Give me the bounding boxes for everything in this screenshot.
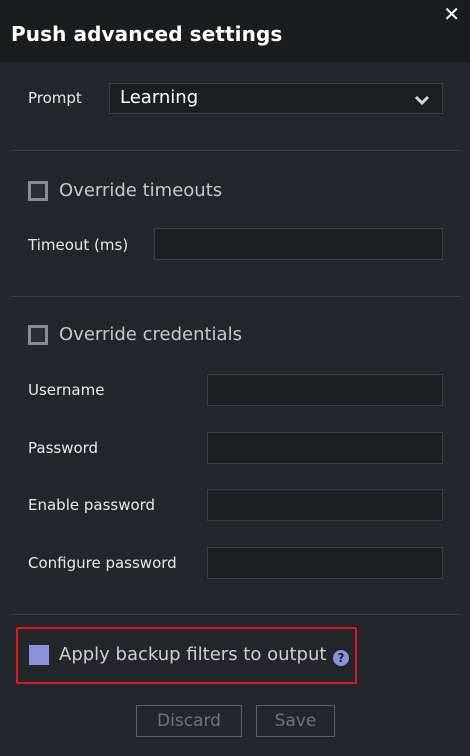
chevron-down-icon	[414, 91, 430, 110]
prompt-label: Prompt	[28, 89, 82, 107]
dialog-title: Push advanced settings	[11, 22, 283, 46]
save-button[interactable]: Save	[256, 705, 335, 737]
configure-password-label: Configure password	[28, 554, 177, 572]
override-timeouts-label: Override timeouts	[59, 180, 223, 201]
checkbox-box	[29, 644, 49, 665]
override-timeouts-checkbox[interactable]: Override timeouts	[28, 180, 222, 201]
timeout-input[interactable]	[154, 228, 443, 260]
password-label: Password	[28, 439, 99, 457]
close-icon[interactable]: ✕	[443, 2, 460, 26]
password-input[interactable]	[207, 432, 443, 464]
help-icon[interactable]: ?	[333, 650, 349, 666]
timeout-label: Timeout (ms)	[28, 236, 129, 254]
username-label: Username	[28, 381, 105, 399]
checkbox-box	[28, 180, 48, 201]
enable-password-input[interactable]	[207, 489, 443, 521]
override-credentials-checkbox[interactable]: Override credentials	[28, 324, 242, 345]
prompt-select[interactable]: Learning	[109, 83, 443, 114]
apply-backup-filters-label: Apply backup filters to output	[59, 644, 327, 665]
discard-button[interactable]: Discard	[136, 705, 242, 737]
configure-password-input[interactable]	[207, 547, 443, 579]
divider	[11, 296, 461, 297]
username-input[interactable]	[207, 374, 443, 406]
override-credentials-label: Override credentials	[59, 324, 242, 345]
divider	[11, 614, 461, 615]
prompt-select-value: Learning	[120, 87, 199, 108]
enable-password-label: Enable password	[28, 496, 156, 514]
checkbox-box	[28, 324, 48, 345]
apply-backup-filters-checkbox[interactable]: Apply backup filters to output	[29, 644, 326, 665]
dialog-titlebar: Push advanced settings ✕	[0, 0, 470, 62]
divider	[11, 150, 461, 151]
